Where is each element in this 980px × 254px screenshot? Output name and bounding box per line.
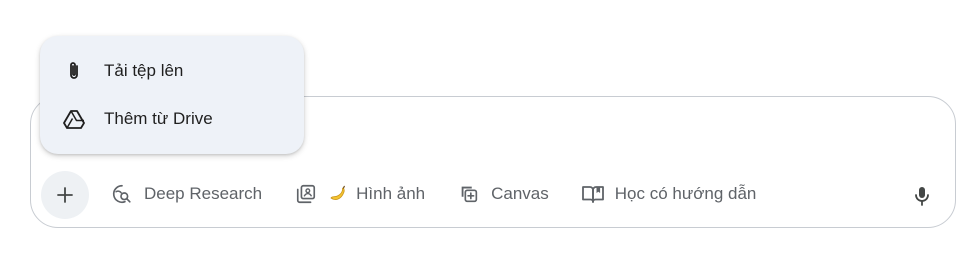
composer-toolbar: Deep Research Hình ảnh Canvas Học có hướ… xyxy=(100,176,778,212)
menu-item-upload-file[interactable]: Tải tệp lên xyxy=(40,47,304,95)
canvas-icon xyxy=(457,182,481,206)
open-book-icon xyxy=(581,182,605,206)
image-label: Hình ảnh xyxy=(356,184,426,203)
deep-research-icon xyxy=(110,182,134,206)
drive-icon xyxy=(62,107,86,131)
guided-learning-button[interactable]: Học có hướng dẫn xyxy=(571,176,767,212)
canvas-button[interactable]: Canvas xyxy=(447,176,559,212)
banana-icon xyxy=(328,184,348,204)
microphone-button[interactable] xyxy=(906,182,938,214)
deep-research-label: Deep Research xyxy=(144,184,263,203)
image-gallery-icon xyxy=(294,182,318,206)
add-files-button[interactable] xyxy=(41,171,89,219)
gemini-composer-page: Deep Research Hình ảnh Canvas Học có hướ… xyxy=(0,0,980,254)
upload-menu: Tải tệp lên Thêm từ Drive xyxy=(40,36,304,154)
plus-icon xyxy=(55,185,75,205)
menu-item-add-from-drive[interactable]: Thêm từ Drive xyxy=(40,95,304,143)
paperclip-icon xyxy=(62,59,86,83)
deep-research-button[interactable]: Deep Research xyxy=(100,176,272,212)
microphone-icon xyxy=(912,185,932,212)
guided-learning-label: Học có hướng dẫn xyxy=(614,184,757,203)
image-button[interactable]: Hình ảnh xyxy=(284,176,435,212)
canvas-label: Canvas xyxy=(491,184,549,203)
menu-item-label: Thêm từ Drive xyxy=(104,109,213,128)
menu-item-label: Tải tệp lên xyxy=(104,61,184,80)
